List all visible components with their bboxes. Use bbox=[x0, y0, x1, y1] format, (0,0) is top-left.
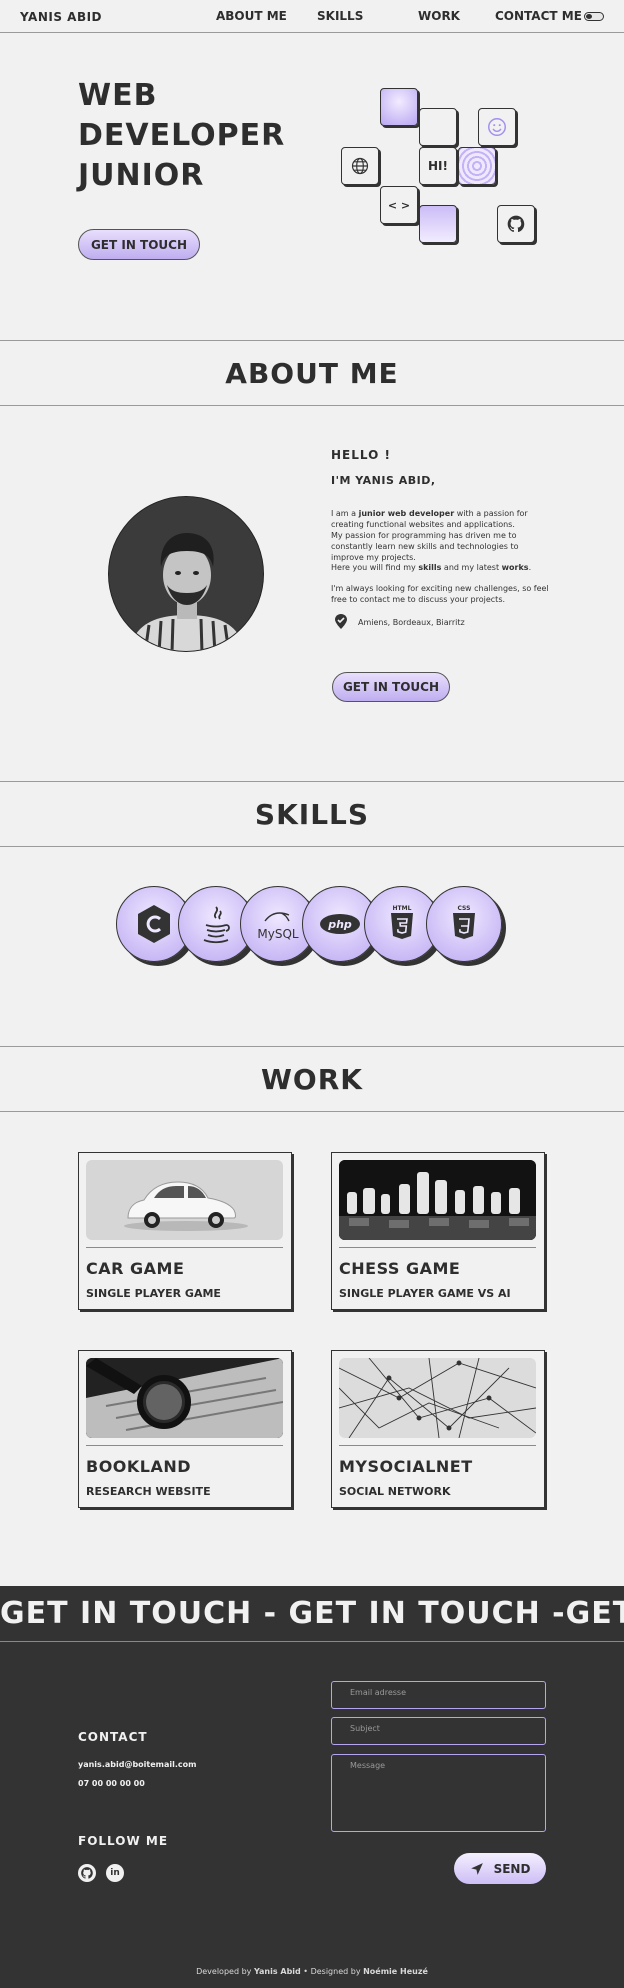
bookland-image bbox=[86, 1358, 283, 1438]
hero-tile-purple-2 bbox=[419, 205, 457, 243]
card-subtitle: SOCIAL NETWORK bbox=[339, 1485, 451, 1498]
skills-section-header: SKILLS bbox=[0, 781, 624, 847]
location-text: Amiens, Bordeaux, Biarritz bbox=[358, 618, 465, 627]
get-in-touch-marquee: GET IN TOUCH - GET IN TOUCH -GET bbox=[0, 1586, 624, 1642]
follow-me-title: FOLLOW ME bbox=[78, 1834, 169, 1848]
nav-links: ABOUT ME SKILLS WORK CONTACT ME bbox=[216, 9, 582, 23]
card-subtitle: RESEARCH WEBSITE bbox=[86, 1485, 211, 1498]
about-hello: HELLO ! bbox=[331, 448, 391, 462]
contact-title: CONTACT bbox=[78, 1730, 148, 1744]
about-skills-text: Here you will find my skills and my late… bbox=[331, 563, 532, 572]
card-divider bbox=[339, 1445, 536, 1446]
chess-game-image bbox=[339, 1160, 536, 1240]
about-get-in-touch-button[interactable]: GET IN TOUCH bbox=[332, 672, 450, 702]
location-icon bbox=[333, 613, 349, 634]
footer-credits: Developed by Yanis Abid • Designed by No… bbox=[196, 1967, 428, 1976]
work-card-car-game[interactable]: CAR GAME SINGLE PLAYER GAME bbox=[78, 1152, 292, 1310]
card-divider bbox=[86, 1445, 283, 1446]
send-icon bbox=[470, 1862, 483, 1875]
car-game-image bbox=[86, 1160, 283, 1240]
theme-toggle[interactable] bbox=[584, 12, 604, 21]
brand-logo[interactable]: YANIS ABID bbox=[20, 10, 102, 24]
subject-field[interactable]: Subject bbox=[331, 1717, 546, 1745]
nav-contact-link[interactable]: CONTACT ME bbox=[495, 9, 582, 23]
contact-phone[interactable]: 07 00 00 00 00 bbox=[78, 1779, 145, 1788]
about-name: I'M YANIS ABID, bbox=[331, 474, 436, 487]
nav-work-link[interactable]: WORK bbox=[418, 9, 495, 23]
contact-email[interactable]: yanis.abid@boitemail.com bbox=[78, 1760, 197, 1769]
work-card-bookland[interactable]: BOOKLAND RESEARCH WEBSITE bbox=[78, 1350, 292, 1508]
about-intro-text: I am a junior web developer with a passi… bbox=[331, 509, 528, 562]
card-title: MYSOCIALNET bbox=[339, 1457, 473, 1476]
globe-icon bbox=[341, 147, 379, 185]
card-subtitle: SINGLE PLAYER GAME VS AI bbox=[339, 1287, 511, 1300]
css3-icon: CSS bbox=[426, 886, 502, 962]
hero-tile-hi: HI! bbox=[419, 147, 457, 185]
top-nav: YANIS ABID ABOUT ME SKILLS WORK CONTACT … bbox=[0, 0, 624, 33]
nav-skills-link[interactable]: SKILLS bbox=[317, 9, 418, 23]
hero-tile-blank bbox=[419, 108, 457, 146]
work-section-header: WORK bbox=[0, 1046, 624, 1112]
nav-about-link[interactable]: ABOUT ME bbox=[216, 9, 317, 23]
smiley-icon bbox=[478, 108, 516, 146]
card-title: BOOKLAND bbox=[86, 1457, 192, 1476]
message-field[interactable]: Message bbox=[331, 1754, 546, 1832]
code-icon: < > bbox=[380, 186, 418, 224]
about-contact-text: I'm always looking for exciting new chal… bbox=[331, 584, 549, 604]
hero-title: WEB DEVELOPER JUNIOR bbox=[78, 78, 286, 193]
hero-tile-pattern bbox=[458, 147, 496, 185]
github-tile-icon[interactable] bbox=[497, 205, 535, 243]
mysocialnet-image bbox=[339, 1358, 536, 1438]
hero-get-in-touch-button[interactable]: GET IN TOUCH bbox=[78, 229, 200, 260]
card-title: CHESS GAME bbox=[339, 1259, 461, 1278]
github-icon[interactable] bbox=[78, 1864, 96, 1882]
work-card-chess-game[interactable]: CHESS GAME SINGLE PLAYER GAME VS AI bbox=[331, 1152, 545, 1310]
send-button[interactable]: SEND bbox=[454, 1853, 546, 1884]
profile-avatar bbox=[108, 496, 264, 652]
card-divider bbox=[86, 1247, 283, 1248]
work-card-mysocialnet[interactable]: MYSOCIALNET SOCIAL NETWORK bbox=[331, 1350, 545, 1508]
card-divider bbox=[339, 1247, 536, 1248]
linkedin-icon[interactable]: in bbox=[106, 1864, 124, 1882]
card-title: CAR GAME bbox=[86, 1259, 185, 1278]
about-section-header: ABOUT ME bbox=[0, 340, 624, 406]
hero-tile-purple bbox=[380, 88, 418, 126]
card-subtitle: SINGLE PLAYER GAME bbox=[86, 1287, 221, 1300]
email-field[interactable]: Email adresse bbox=[331, 1681, 546, 1709]
